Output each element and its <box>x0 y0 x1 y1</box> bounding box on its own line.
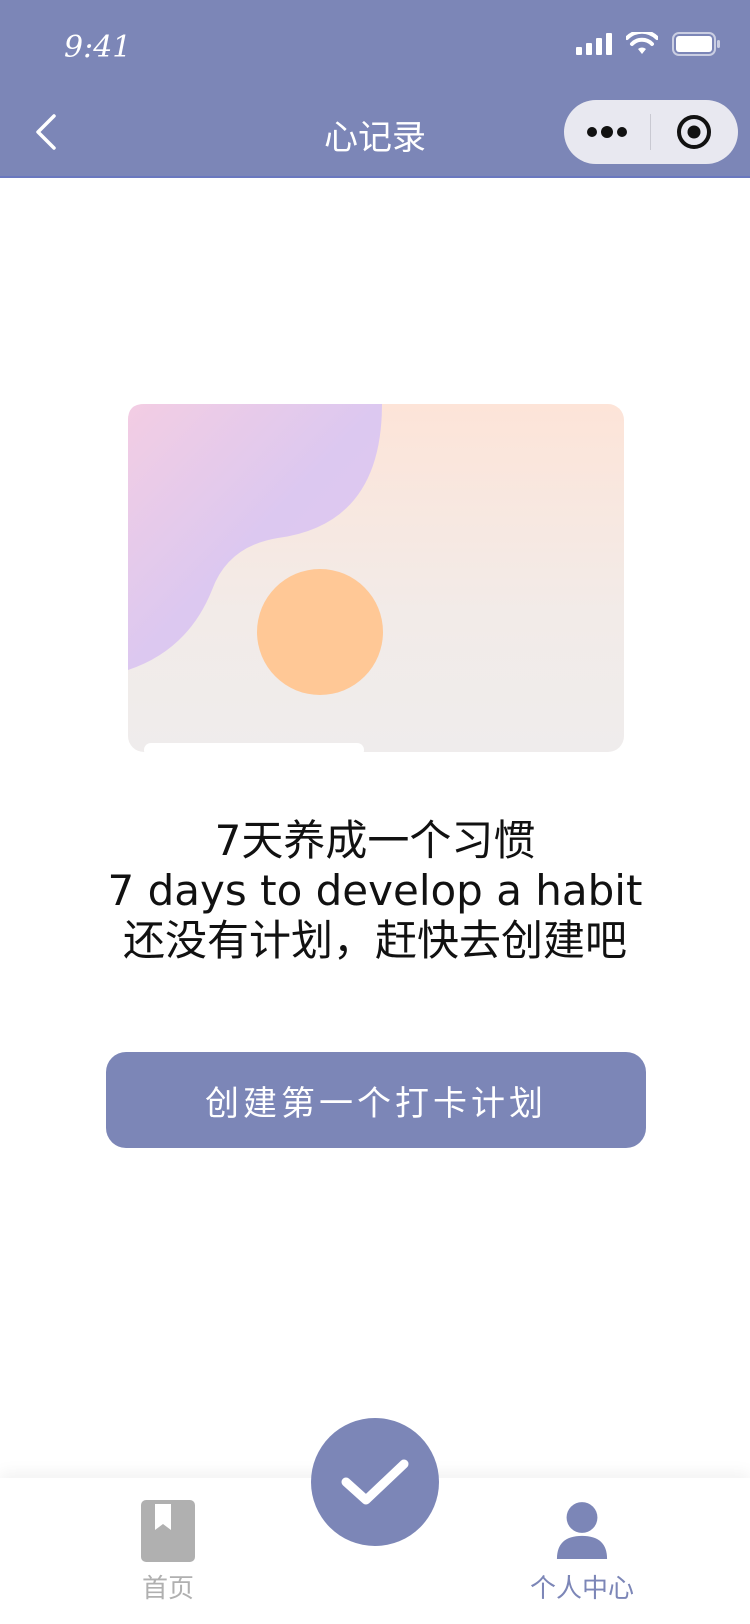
signal-icon <box>576 33 612 55</box>
mini-program-capsule <box>564 100 738 164</box>
tab-profile-label: 个人中心 <box>529 1574 634 1604</box>
status-time: 9:41 <box>64 30 132 65</box>
navigation-header: 9:41 心记录 <box>0 0 750 178</box>
battery-icon <box>672 32 720 56</box>
bookmark-book-icon <box>141 1500 195 1562</box>
tab-home-label: 首页 <box>141 1574 194 1604</box>
status-icons <box>576 32 722 56</box>
habit-headline-cn: 7天养成一个习惯 <box>214 816 536 865</box>
more-dots-icon <box>587 126 627 138</box>
wifi-icon <box>626 32 658 54</box>
check-in-button[interactable] <box>311 1418 439 1546</box>
create-first-plan-button[interactable]: 创建第一个打卡计划 <box>106 1052 646 1148</box>
tab-home[interactable]: 首页 <box>108 1500 228 1605</box>
close-mini-program-button[interactable] <box>651 100 737 164</box>
user-icon <box>555 1500 609 1562</box>
checkmark-icon <box>341 1459 409 1505</box>
no-plan-hint: 还没有计划，赶快去创建吧 <box>122 916 627 965</box>
tab-profile[interactable]: 个人中心 <box>522 1500 642 1605</box>
empty-state-message: 7天养成一个习惯 7 days to develop a habit 还没有计划… <box>0 816 750 966</box>
target-circle-icon <box>677 115 711 149</box>
habit-headline-en: 7 days to develop a habit <box>107 866 643 915</box>
empty-state-illustration <box>128 404 624 752</box>
more-button[interactable] <box>564 100 650 164</box>
